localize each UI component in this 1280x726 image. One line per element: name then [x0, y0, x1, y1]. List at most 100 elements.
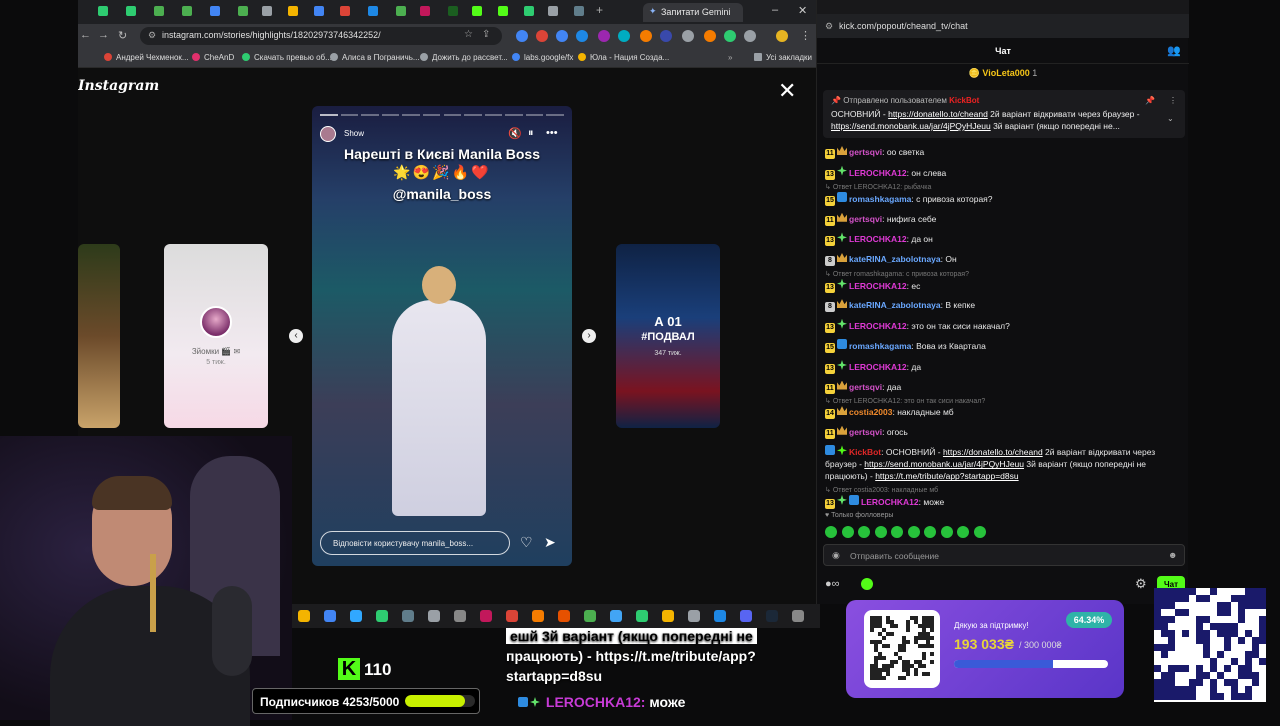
chat-message[interactable]: 13 LEROCHKA12: он слева [825, 165, 1185, 180]
chat-username[interactable]: LEROCHKA12 [849, 168, 907, 178]
chat-username[interactable]: gertsqvi [849, 382, 882, 392]
all-bookmarks[interactable]: Усі закладки [754, 53, 812, 62]
address-bar[interactable]: ⚙ instagram.com/stories/highlights/18202… [140, 27, 502, 45]
chat-input[interactable]: ◉ Отправить сообщение ☻ [823, 544, 1185, 566]
story-preview-left[interactable] [78, 244, 120, 428]
chat-message[interactable]: 11 gertsqvi: даа [825, 380, 1185, 394]
close-window-icon[interactable]: ✕ [798, 4, 807, 17]
chat-username[interactable]: romashkagama [849, 341, 911, 351]
bookmark[interactable]: Алиса в Пограничь... [330, 53, 420, 62]
tab-favicon[interactable] [448, 6, 458, 16]
kick-icon[interactable] [861, 578, 873, 590]
tab-favicon[interactable] [548, 6, 558, 16]
forward-icon[interactable]: → [98, 29, 109, 41]
extension-icon[interactable] [682, 30, 694, 42]
chat-username[interactable]: LEROCHKA12 [849, 362, 907, 372]
chat-message[interactable]: 15 romashkagama: Вова из Квартала [825, 339, 1185, 354]
emote-icon[interactable] [891, 526, 903, 538]
unpin-icon[interactable]: 📌 [1145, 96, 1155, 105]
bookmark[interactable]: labs.google/fx [512, 53, 573, 62]
story-preview-previous[interactable]: Зйомки 🎬 ✉ 5 тиж. [164, 244, 268, 428]
pinned-message[interactable]: 📌 Отправлено пользователем KickBot 📌 ⋮ ⌄… [823, 90, 1185, 138]
tab-favicon[interactable] [524, 6, 534, 16]
chat-message[interactable]: 11 gertsqvi: огось [825, 425, 1185, 439]
puzzle-icon[interactable] [744, 30, 756, 42]
taskbar-app-icon[interactable] [610, 610, 622, 622]
emote-icon[interactable] [874, 526, 887, 538]
bookmark[interactable]: Скачать превью об... [242, 53, 332, 62]
instagram-logo[interactable]: Instagram [78, 78, 159, 94]
pinned-bot-name[interactable]: KickBot [949, 96, 979, 105]
chat-username[interactable]: LEROCHKA12 [849, 321, 907, 331]
more-options-icon[interactable]: ⋮ [1169, 96, 1177, 105]
emoji-icon[interactable]: ☻ [1168, 550, 1177, 560]
story-username[interactable]: Show [344, 129, 364, 138]
chat-username[interactable]: kateRINA_zabolotnaya [849, 300, 941, 310]
taskbar-app-icon[interactable] [584, 610, 596, 622]
chat-address-bar[interactable]: ⚙ kick.com/popout/cheand_tv/chat [817, 14, 1189, 38]
minimize-icon[interactable]: – [772, 4, 778, 16]
tab-favicon[interactable] [574, 6, 584, 16]
top-gifter[interactable]: 🪙 VioLeta000 1 [817, 68, 1189, 79]
taskbar-app-icon[interactable] [558, 610, 570, 622]
chat-mode-icon[interactable]: ◉ [832, 550, 840, 561]
donatello-link[interactable]: https://donatello.to/cheand [888, 109, 988, 119]
prev-story-icon[interactable]: ‹ [289, 329, 303, 343]
extension-icon[interactable] [660, 30, 672, 42]
emote-icon[interactable] [957, 526, 969, 538]
chat-message[interactable]: 13 LEROCHKA12: ес [825, 278, 1185, 293]
taskbar-app-icon[interactable] [740, 610, 752, 622]
bookmark-star-icon[interactable]: ☆ [464, 29, 473, 40]
site-info-icon[interactable]: ⚙ [148, 30, 156, 41]
tab-favicon[interactable] [314, 6, 324, 16]
emote-icon[interactable] [907, 526, 920, 538]
settings-icon[interactable]: ⚙ [1135, 576, 1147, 592]
emote-icon[interactable] [940, 526, 953, 538]
chat-message[interactable]: 13 LEROCHKA12: это он так сиси накачал? [825, 318, 1185, 333]
extension-icon[interactable] [536, 30, 548, 42]
more-options-icon[interactable]: ••• [546, 127, 558, 139]
bookmark[interactable]: Юла - Нация Созда... [578, 53, 669, 62]
mute-icon[interactable]: 🔇 [508, 127, 522, 140]
chat-message[interactable]: 11 gertsqvi: оо светка [825, 146, 1185, 159]
taskbar-app-icon[interactable] [324, 610, 336, 622]
menu-icon[interactable]: ⋮ [800, 29, 811, 42]
chat-message[interactable]: 13 LEROCHKA12: може [825, 494, 1185, 509]
story-mention[interactable]: @manila_boss [312, 186, 572, 202]
taskbar-app-icon[interactable] [688, 610, 700, 622]
taskbar-app-icon[interactable] [506, 610, 518, 622]
emote-icon[interactable] [924, 526, 936, 538]
tab-favicon[interactable] [98, 6, 108, 16]
chat-message[interactable]: KickBot: ОСНОВНИЙ - https://donatello.to… [825, 445, 1185, 482]
bookmark[interactable]: CheAnD [192, 53, 234, 62]
chat-username[interactable]: LEROCHKA12 [861, 497, 919, 507]
emote-icon[interactable] [858, 526, 870, 538]
taskbar-app-icon[interactable] [636, 610, 648, 622]
tab-favicon[interactable] [126, 6, 136, 16]
tab-favicon[interactable] [262, 6, 272, 16]
tab-favicon[interactable] [210, 6, 220, 16]
chat-message[interactable]: 15 romashkagama: с привоза которая? [825, 192, 1185, 207]
pause-icon[interactable]: ⏸ [528, 127, 534, 140]
taskbar-app-icon[interactable] [766, 610, 778, 622]
tab-active[interactable]: ✦ Запитати Gemini [643, 3, 743, 22]
chat-username[interactable]: KickBot [849, 447, 881, 457]
emote-icon[interactable] [825, 526, 837, 538]
chat-username[interactable]: kateRINA_zabolotnaya [849, 254, 941, 264]
extension-icon[interactable] [556, 30, 568, 42]
tab-favicon[interactable] [238, 6, 248, 16]
reload-icon[interactable]: ↻ [118, 29, 127, 42]
avatar[interactable] [320, 126, 336, 142]
tab-favicon[interactable] [472, 6, 482, 16]
chat-message[interactable]: 13 LEROCHKA12: да [825, 359, 1185, 374]
chat-message[interactable]: 8 kateRINA_zabolotnaya: В кепке [825, 299, 1185, 313]
chat-username[interactable]: LEROCHKA12 [849, 281, 907, 291]
expand-icon[interactable]: ⌄ [1167, 114, 1174, 123]
extension-icon[interactable] [576, 30, 588, 42]
extension-icon[interactable] [516, 30, 528, 42]
extension-icon[interactable] [640, 30, 652, 42]
chat-username[interactable]: costia2003 [849, 407, 892, 417]
close-icon[interactable]: ✕ [778, 78, 796, 104]
bookmark[interactable]: Дожить до рассвет... [420, 53, 508, 62]
tab-favicon[interactable] [182, 6, 192, 16]
